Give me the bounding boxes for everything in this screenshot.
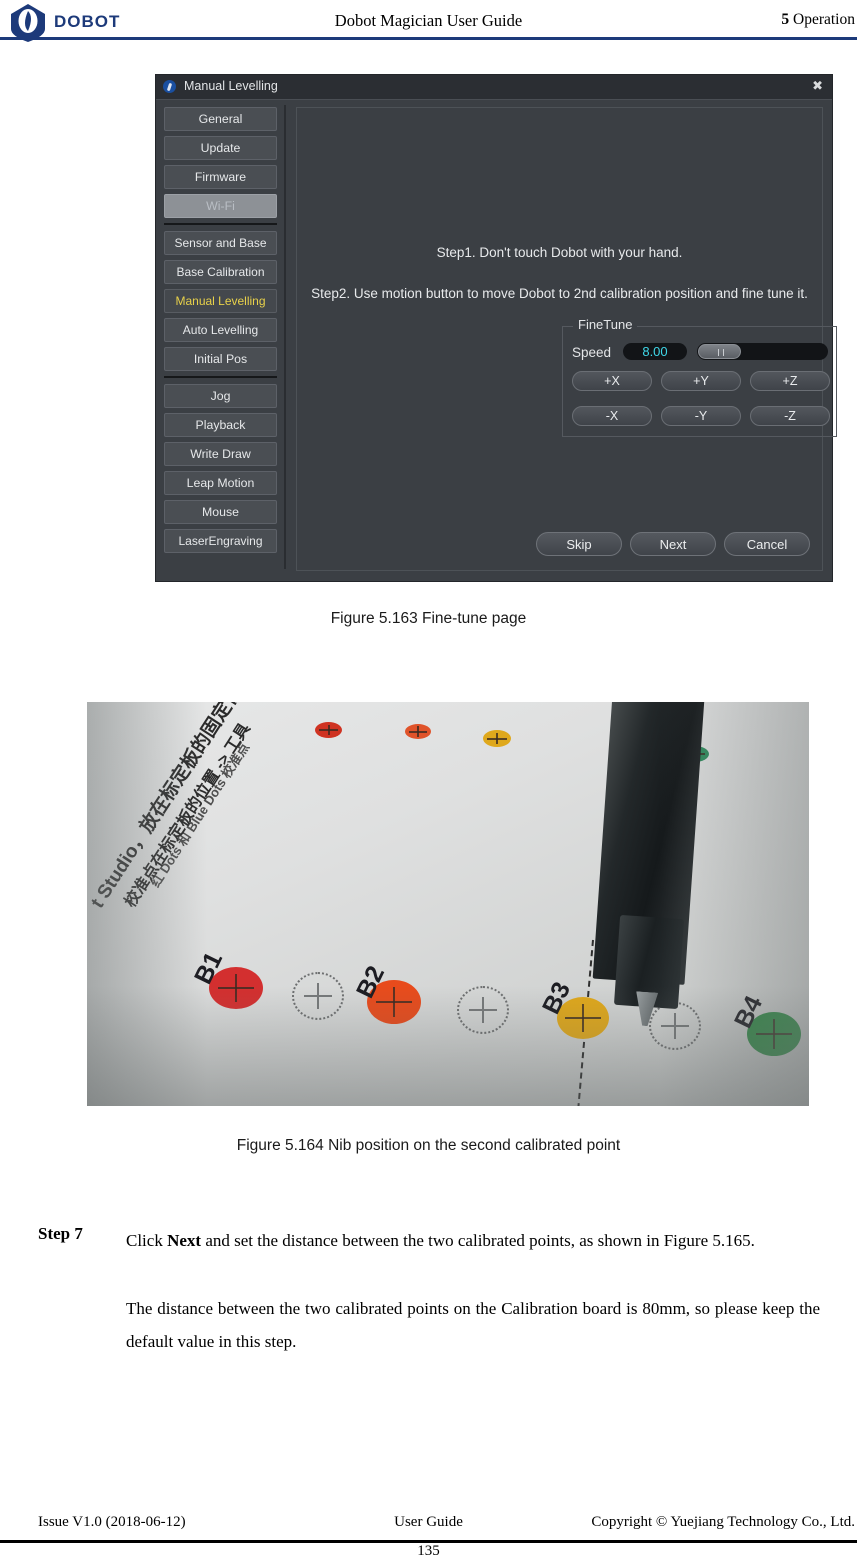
sidebar-item-manual-levelling[interactable]: Manual Levelling: [164, 289, 277, 313]
close-icon[interactable]: ✖: [812, 79, 823, 93]
sidebar-item-firmware[interactable]: Firmware: [164, 165, 277, 189]
manual-levelling-dialog: Manual Levelling ✖ General Update Firmwa…: [155, 74, 837, 582]
motion-buttons-positive-row: +X +Y +Z: [572, 371, 830, 391]
sidebar-separator: [284, 105, 286, 569]
speed-value-field[interactable]: 8.00: [623, 343, 687, 360]
app-icon: [163, 80, 176, 93]
top-dot-yellow: [483, 730, 511, 747]
header-chapter-name: Operation: [789, 11, 855, 28]
dialog-action-bar: Skip Next Cancel: [536, 532, 810, 556]
dialog-main-panel: Step1. Don't touch Dobot with your hand.…: [296, 107, 837, 571]
sidebar-divider-1: [164, 223, 277, 225]
step7-p1-pre: Click: [126, 1231, 168, 1250]
photo-shadow-right: [659, 702, 809, 1106]
jog-minus-y-button[interactable]: -Y: [661, 406, 741, 426]
cancel-button[interactable]: Cancel: [724, 532, 810, 556]
sidebar-item-mouse[interactable]: Mouse: [164, 500, 277, 524]
footer-copyright: Copyright © Yuejiang Technology Co., Ltd…: [591, 1514, 855, 1530]
step7-paragraph-1: Click Next and set the distance between …: [126, 1224, 820, 1257]
motion-buttons-negative-row: -X -Y -Z: [572, 406, 830, 426]
instruction-step2: Step2. Use motion button to move Dobot t…: [311, 286, 808, 301]
dialog-titlebar: Manual Levelling ✖: [156, 75, 832, 100]
jog-plus-x-button[interactable]: +X: [572, 371, 652, 391]
jog-minus-x-button[interactable]: -X: [572, 406, 652, 426]
speed-slider[interactable]: [697, 343, 828, 360]
instruction-step1: Step1. Don't touch Dobot with your hand.: [436, 245, 683, 260]
sidebar-item-playback[interactable]: Playback: [164, 413, 277, 437]
step7-p1-bold: Next: [167, 1231, 202, 1250]
sidebar-item-sensor-and-base[interactable]: Sensor and Base: [164, 231, 277, 255]
dialog-sidebar: General Update Firmware Wi-Fi Sensor and…: [164, 107, 277, 569]
jog-plus-y-button[interactable]: +Y: [661, 371, 741, 391]
sidebar-item-leap-motion[interactable]: Leap Motion: [164, 471, 277, 495]
sidebar-item-base-calibration[interactable]: Base Calibration: [164, 260, 277, 284]
page-footer: Issue V1.0 (2018-06-12) User Guide Copyr…: [0, 1514, 857, 1540]
sidebar-item-jog[interactable]: Jog: [164, 384, 277, 408]
step7-p1-post: and set the distance between the two cal…: [201, 1231, 755, 1250]
top-dot-red: [315, 722, 342, 738]
figure-163-caption: Figure 5.163 Fine-tune page: [330, 610, 527, 627]
sidebar-item-write-draw[interactable]: Write Draw: [164, 442, 277, 466]
page-number: 135: [417, 1543, 440, 1559]
header-chapter-number: 5: [781, 11, 790, 28]
page-header: DOBOT Dobot Magician User Guide 5 Operat…: [0, 0, 857, 42]
sidebar-item-initial-pos[interactable]: Initial Pos: [164, 347, 277, 371]
finetune-group: FineTune Speed 8.00 +X +Y +Z -X -Y -Z: [562, 317, 837, 437]
sidebar-divider-2: [164, 376, 277, 378]
finetune-legend: FineTune: [573, 317, 638, 332]
header-title: Dobot Magician User Guide: [334, 11, 523, 30]
sidebar-item-auto-levelling[interactable]: Auto Levelling: [164, 318, 277, 342]
step7-paragraph-2: The distance between the two calibrated …: [126, 1299, 820, 1351]
header-chapter: 5 Operation: [781, 11, 855, 29]
header-divider: [0, 37, 857, 40]
sidebar-item-general[interactable]: General: [164, 107, 277, 131]
sidebar-item-laser-engraving[interactable]: LaserEngraving: [164, 529, 277, 553]
dialog-title: Manual Levelling: [184, 79, 278, 93]
jog-plus-z-button[interactable]: +Z: [750, 371, 830, 391]
sidebar-item-wifi[interactable]: Wi-Fi: [164, 194, 277, 218]
figure-164-caption: Figure 5.164 Nib position on the second …: [236, 1137, 621, 1154]
top-dot-orange: [405, 724, 431, 739]
sidebar-item-update[interactable]: Update: [164, 136, 277, 160]
next-button[interactable]: Next: [630, 532, 716, 556]
skip-button[interactable]: Skip: [536, 532, 622, 556]
step7-label: Step 7: [38, 1224, 83, 1243]
figure-164-photo: t Studio，放在标定板的固定位置 校准点在标定板的位置 -> 工具 红 D…: [87, 702, 809, 1106]
speed-label: Speed: [572, 345, 612, 360]
jog-minus-z-button[interactable]: -Z: [750, 406, 830, 426]
speed-slider-knob[interactable]: [698, 344, 741, 359]
